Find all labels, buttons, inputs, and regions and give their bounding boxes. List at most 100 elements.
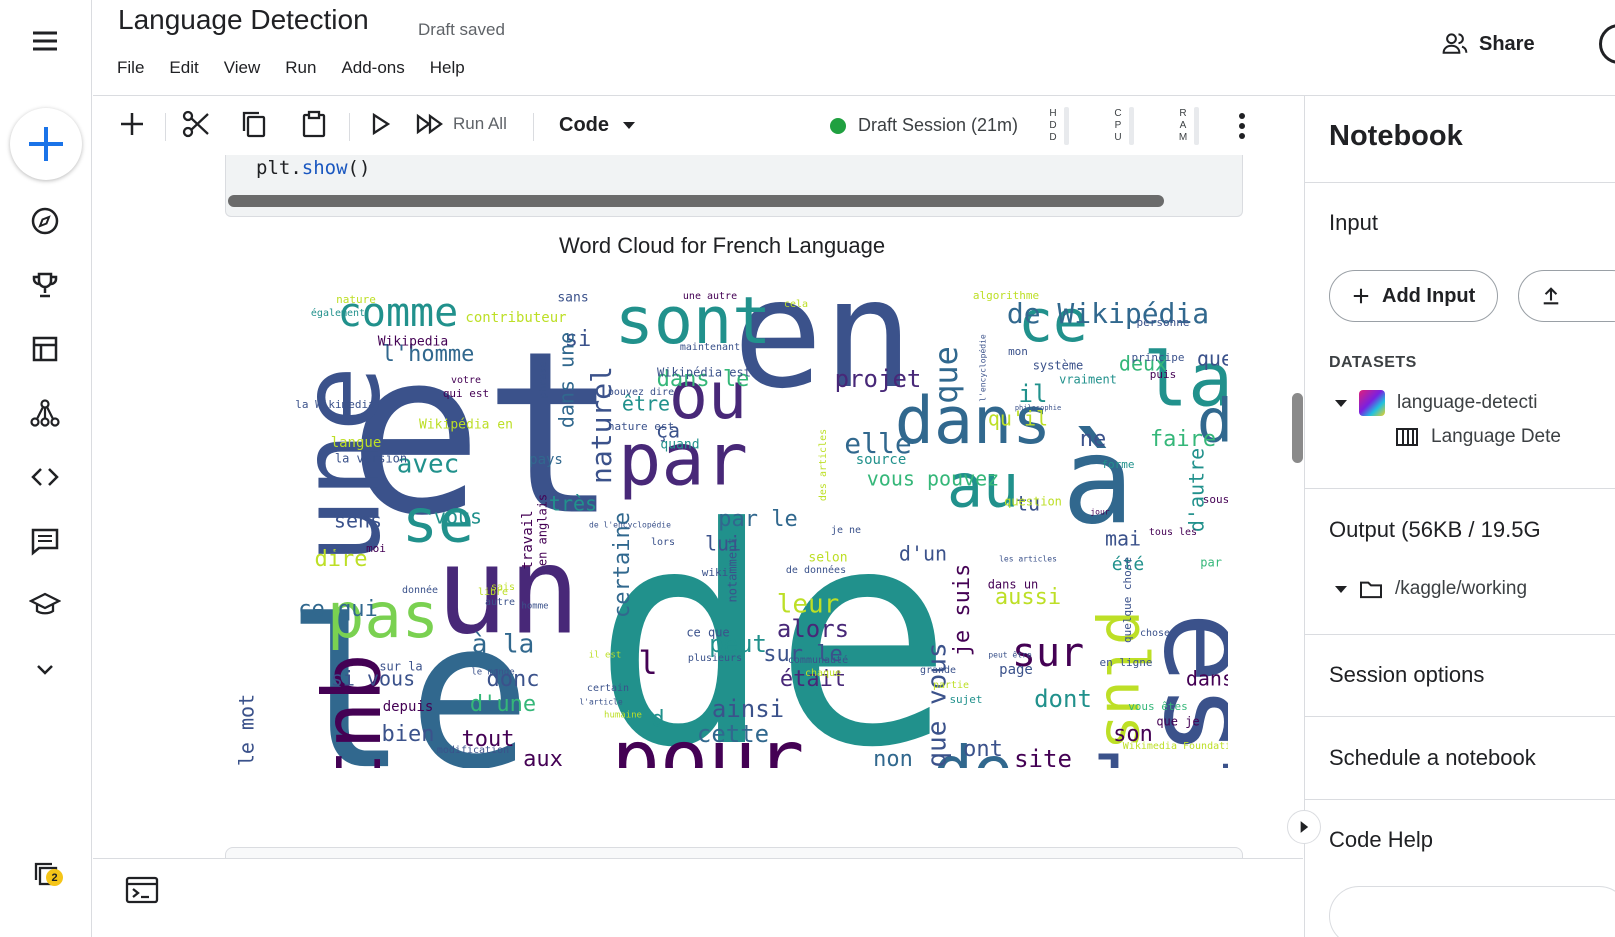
word-cloud-word: sa [333, 541, 346, 554]
word-cloud-word: que le [1197, 347, 1228, 371]
explore-compass-icon[interactable] [24, 200, 66, 242]
word-cloud-word: donnée [402, 584, 438, 596]
word-cloud-word: dans la [1186, 667, 1228, 691]
word-cloud-word: mon [1008, 345, 1028, 358]
expand-caret-icon[interactable] [1335, 399, 1347, 407]
word-cloud-word: sans [557, 291, 588, 306]
code-line[interactable]: plt.show() [256, 157, 370, 179]
cut-cell-scissors-icon[interactable] [181, 109, 211, 139]
create-button[interactable] [10, 108, 82, 180]
word-cloud-word: des articles [818, 429, 829, 501]
word-cloud-word: non [873, 747, 913, 768]
word-cloud-word: plusieurs [688, 653, 742, 664]
word-cloud-word: vous pouvez [867, 467, 999, 491]
output-folder-item[interactable]: /kaggle/working [1335, 578, 1527, 600]
code-cell[interactable]: plt.show() [225, 155, 1243, 217]
notebook-toolbar: Run All Code Draft Session (21m) HDD CPU… [93, 97, 1303, 155]
word-cloud-word: chose [1140, 628, 1170, 639]
notebook-vertical-scrollbar[interactable] [1292, 393, 1303, 463]
add-input-button[interactable]: Add Input [1329, 270, 1499, 322]
datasets-table-icon[interactable] [24, 328, 66, 370]
learn-graduation-cap-icon[interactable] [24, 584, 66, 626]
schedule-notebook-section[interactable]: Schedule a notebook [1329, 745, 1536, 771]
menu-edit[interactable]: Edit [169, 58, 198, 78]
word-cloud-word: pouvez dire [608, 387, 674, 398]
word-cloud-word: quand [660, 438, 699, 453]
word-cloud-word: d [651, 707, 664, 732]
word-cloud-word: en ligne [1100, 656, 1153, 669]
word-cloud-word: l'encyclopédie [978, 334, 988, 402]
input-section-title[interactable]: Input [1329, 210, 1378, 236]
word-cloud-word: langue [331, 435, 382, 451]
word-cloud-word: peut être [988, 650, 1032, 660]
word-cloud-word: ne [1080, 427, 1107, 452]
code-help-input[interactable] [1329, 886, 1615, 937]
word-cloud-word: contributeur [465, 310, 566, 326]
session-options-section[interactable]: Session options [1329, 662, 1484, 688]
competitions-trophy-icon[interactable] [24, 264, 66, 306]
expand-caret-icon[interactable] [1335, 585, 1347, 593]
upload-button[interactable] [1518, 270, 1615, 322]
output-section-title[interactable]: Output (56KB / 19.5G [1329, 517, 1541, 543]
word-cloud-word: jour [1090, 508, 1109, 517]
more-options-kebab-icon[interactable] [1238, 111, 1246, 146]
notebook-side-panel: Notebook Input Add Input DATASETS langua… [1304, 96, 1615, 937]
dataset-item[interactable]: language-detecti [1335, 390, 1538, 416]
next-cell[interactable] [225, 847, 1243, 858]
models-network-icon[interactable] [24, 392, 66, 434]
fast-forward-icon [416, 113, 443, 135]
word-cloud-word: également [311, 307, 365, 319]
cell-type-select[interactable]: Code [559, 114, 635, 137]
word-cloud-word: par le [718, 507, 797, 532]
add-input-label: Add Input [1382, 284, 1476, 307]
word-cloud-word: dans un [988, 578, 1039, 592]
code-brackets-icon[interactable] [24, 456, 66, 498]
menu-add-ons[interactable]: Add-ons [341, 58, 404, 78]
word-cloud-word: qui est [443, 387, 489, 400]
avatar[interactable] [1599, 24, 1615, 64]
notebook-editor: plt.show() Word Cloud for French Languag… [93, 155, 1303, 858]
menu-view[interactable]: View [224, 58, 261, 78]
word-cloud-word: homme [521, 602, 548, 612]
word-cloud-word: source [856, 452, 907, 468]
word-cloud-word: libre [478, 587, 508, 598]
run-all-button[interactable]: Run All [415, 109, 507, 139]
notification-badge: 2 [46, 869, 63, 886]
output-path: /kaggle/working [1395, 578, 1528, 599]
run-cell-play-icon[interactable] [365, 109, 395, 139]
word-cloud-word: Wikipédia en [419, 418, 513, 433]
table-columns-icon [1396, 428, 1418, 446]
share-button[interactable]: Share [1441, 30, 1535, 58]
copy-cell-icon[interactable] [239, 109, 269, 139]
word-cloud-word: ce que [686, 626, 729, 640]
discussions-comment-icon[interactable] [24, 520, 66, 562]
add-cell-button[interactable] [117, 109, 147, 139]
menu-file[interactable]: File [117, 58, 144, 78]
word-cloud-word: mot [863, 767, 903, 768]
cpu-meter: CPU [1113, 107, 1134, 145]
menu-run[interactable]: Run [285, 58, 316, 78]
word-cloud-word: la version [335, 452, 407, 466]
more-chevron-down-icon[interactable] [24, 648, 66, 690]
word-cloud-word: grande [920, 665, 956, 676]
menu-help[interactable]: Help [430, 58, 465, 78]
word-cloud-word: certain [587, 683, 629, 694]
hamburger-menu-icon[interactable] [24, 20, 66, 62]
upload-icon [1543, 287, 1559, 305]
word-cloud-word: autre [485, 597, 515, 608]
collapse-panel-button[interactable] [1287, 810, 1321, 844]
word-cloud-word: modification [437, 745, 509, 756]
word-cloud-word: nature est [608, 420, 674, 433]
word-cloud-word: très [549, 492, 597, 516]
code-cell-horizontal-scrollbar[interactable] [228, 195, 1164, 207]
word-cloud-word: votre [451, 375, 481, 386]
session-status[interactable]: Draft Session (21m) [830, 115, 1018, 136]
notebook-title[interactable]: Language Detection [118, 4, 369, 36]
hdd-meter: HDD [1048, 107, 1069, 145]
word-cloud-word: ce qui [298, 597, 377, 622]
console-terminal-icon[interactable] [125, 875, 159, 910]
word-cloud-word: projet [835, 365, 922, 393]
dataset-file-item[interactable]: Language Dete [1395, 426, 1561, 448]
code-help-section[interactable]: Code Help [1329, 827, 1433, 853]
paste-cell-clipboard-icon[interactable] [299, 109, 329, 139]
